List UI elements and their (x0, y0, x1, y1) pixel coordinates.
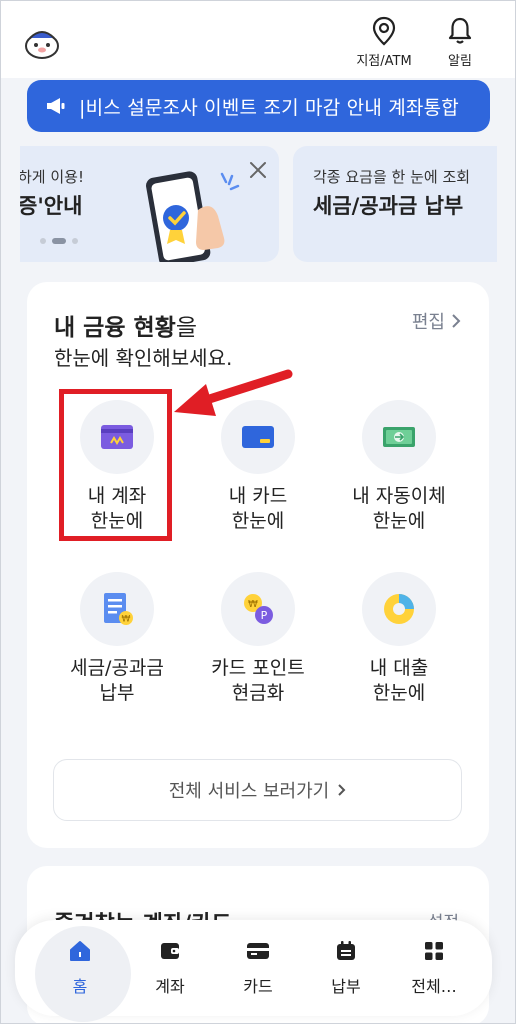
service-label-1: 카드 포인트 (211, 657, 305, 679)
megaphone-icon (47, 98, 65, 114)
svg-text:P: P (261, 609, 268, 622)
finance-title: 내 금융 현황을 (54, 308, 197, 342)
service-label-1: 내 대출 (369, 657, 429, 679)
nav-label: 홈 (72, 977, 88, 996)
annotation-arrow-icon (174, 369, 293, 416)
promo-subtitle: 각종 요금을 한 눈에 조회 (313, 168, 471, 186)
nav-cards[interactable]: 카드 (213, 920, 303, 1016)
mascot-logo-icon[interactable] (22, 24, 62, 60)
promo-card-tax[interactable]: 각종 요금을 한 눈에 조회 세금/공과금 납부 (293, 146, 497, 262)
service-label-2: 현금화 (231, 682, 285, 704)
service-label-2: 한눈에 (372, 510, 426, 532)
service-label-2: 한눈에 (372, 682, 426, 704)
finance-subtitle: 한눈에 확인해보세요. (54, 346, 233, 370)
edit-button[interactable]: 편집 (412, 308, 461, 334)
finance-title-bold: 내 금융 현황 (54, 315, 176, 341)
chevron-right-icon (338, 784, 346, 796)
service-label-1: 내 카드 (228, 485, 288, 507)
service-label-2: 한눈에 (231, 510, 285, 532)
nav-label: 카드 (243, 977, 273, 996)
bottom-navigation: 홈 계좌 카드 납부 전체… (15, 920, 492, 1022)
all-services-button[interactable]: 전체 서비스 보러가기 (53, 759, 462, 821)
service-icon-circle (362, 400, 436, 474)
service-label-1: 세금/공과금 (70, 657, 164, 679)
grid-icon (425, 942, 443, 960)
top-header: 지점/ATM 알림 (0, 0, 516, 78)
wallet-icon (161, 943, 179, 959)
card-icon (247, 943, 269, 959)
service-my-loans[interactable]: 내 대출 한눈에 (329, 572, 469, 706)
nav-label: 계좌 (155, 977, 185, 996)
close-icon[interactable] (248, 160, 268, 180)
money-transfer-icon (383, 427, 415, 447)
home-icon (70, 941, 90, 961)
loan-pie-icon (384, 594, 414, 624)
phone-certificate-illustration-icon (146, 171, 240, 262)
finance-summary-card: 내 금융 현황을 한눈에 확인해보세요. 편집 내 계좌 한눈에 내 카드 한눈… (27, 282, 489, 848)
branch-atm-button[interactable]: 지점/ATM (348, 16, 420, 72)
carousel-indicator (40, 238, 78, 244)
service-icon-circle: ₩ (80, 572, 154, 646)
notice-text: |비스 설문조사 이벤트 조기 마감 안내 계좌통합 (79, 96, 459, 119)
svg-text:₩: ₩ (248, 599, 258, 610)
service-auto-transfer[interactable]: 내 자동이체 한눈에 (329, 400, 469, 534)
nav-payments[interactable]: 납부 (301, 920, 391, 1016)
branch-atm-label: 지점/ATM (356, 54, 412, 69)
service-label-1: 내 자동이체 (352, 485, 446, 507)
service-card-points[interactable]: ₩ P 카드 포인트 현금화 (188, 572, 328, 706)
card-points-icon: ₩ P (244, 594, 273, 624)
promo-title: 세금/공과금 납부 (313, 194, 464, 218)
nav-all[interactable]: 전체… (389, 920, 479, 1016)
notification-button[interactable]: 알림 (424, 16, 496, 72)
nav-accounts[interactable]: 계좌 (125, 920, 215, 1016)
annotation-highlight-box (59, 389, 172, 541)
service-icon-circle (362, 572, 436, 646)
finance-title-rest: 을 (175, 315, 197, 341)
notice-banner[interactable]: |비스 설문조사 이벤트 조기 마감 안내 계좌통합 (27, 80, 490, 132)
location-pin-icon (372, 16, 396, 46)
promo-subtitle: 하게 이용! (20, 168, 84, 186)
edit-label: 편집 (411, 312, 445, 333)
bill-icon (337, 941, 355, 960)
all-services-label: 전체 서비스 보러가기 (168, 781, 330, 802)
svg-text:₩: ₩ (122, 615, 131, 625)
promo-card-certificate[interactable]: 하게 이용! 증'안내 (20, 146, 279, 262)
service-label-2: 납부 (99, 682, 135, 704)
promo-title: 증'안내 (20, 194, 83, 218)
nav-home[interactable]: 홈 (35, 920, 131, 1022)
tax-bill-icon: ₩ (104, 593, 133, 625)
nav-label: 납부 (331, 977, 361, 996)
service-icon-circle: ₩ P (221, 572, 295, 646)
bell-icon (448, 17, 472, 44)
nav-label: 전체… (411, 977, 457, 996)
chevron-right-icon (452, 314, 461, 328)
service-tax-payment[interactable]: ₩ 세금/공과금 납부 (47, 572, 187, 706)
notification-label: 알림 (448, 54, 472, 69)
